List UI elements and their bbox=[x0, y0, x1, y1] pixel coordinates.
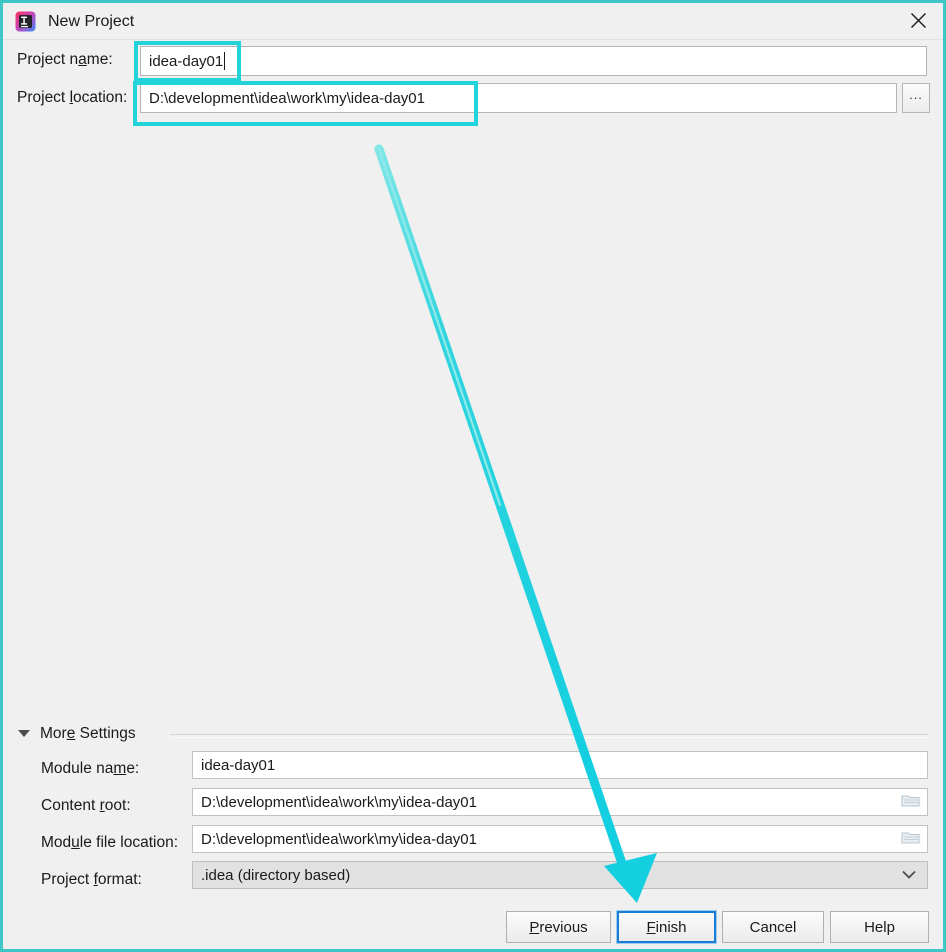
more-settings-header[interactable]: More Settings bbox=[18, 723, 928, 745]
module-name-input[interactable]: idea-day01 bbox=[192, 751, 928, 779]
project-format-label: Project format: bbox=[41, 871, 142, 888]
cancel-button[interactable]: Cancel bbox=[722, 911, 824, 943]
chevron-down-icon[interactable] bbox=[901, 867, 917, 884]
intellij-idea-icon bbox=[15, 11, 36, 32]
text-caret bbox=[224, 52, 226, 70]
project-location-input[interactable]: D:\development\idea\work\my\idea-day01 bbox=[140, 83, 897, 113]
title-bar: New Project bbox=[3, 3, 943, 40]
more-settings-label: More Settings bbox=[40, 725, 136, 742]
folder-icon[interactable] bbox=[901, 793, 920, 812]
project-name-input[interactable]: idea-day01 bbox=[140, 46, 927, 76]
finish-button[interactable]: Finish bbox=[616, 910, 717, 944]
content-root-input[interactable]: D:\development\idea\work\my\idea-day01 bbox=[192, 788, 928, 816]
triangle-down-icon[interactable] bbox=[18, 730, 30, 737]
close-icon[interactable] bbox=[893, 3, 943, 38]
project-location-label: Project location: bbox=[17, 89, 128, 106]
module-file-location-label: Module file location: bbox=[41, 834, 179, 851]
module-name-label: Module name: bbox=[41, 760, 140, 777]
help-button[interactable]: Help bbox=[830, 911, 929, 943]
module-file-location-input[interactable]: D:\development\idea\work\my\idea-day01 bbox=[192, 825, 928, 853]
previous-button[interactable]: Previous bbox=[506, 911, 611, 943]
window-title: New Project bbox=[48, 13, 135, 30]
more-settings-separator bbox=[170, 734, 928, 738]
project-name-label: Project name: bbox=[17, 51, 113, 68]
content-root-label: Content root: bbox=[41, 797, 131, 814]
new-project-dialog: New Project Project name: idea-day01 Pro… bbox=[0, 0, 946, 952]
folder-icon[interactable] bbox=[901, 830, 920, 849]
project-location-browse-button[interactable]: ... bbox=[902, 83, 930, 113]
project-format-select[interactable]: .idea (directory based) bbox=[192, 861, 928, 889]
